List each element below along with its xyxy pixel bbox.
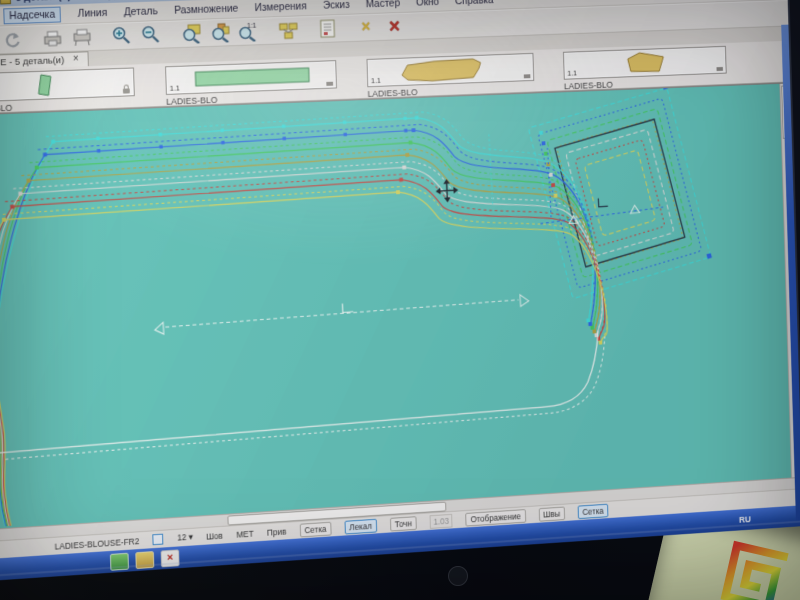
- lock-icon: [122, 88, 130, 94]
- taskbar-doc-x-icon[interactable]: ×: [160, 548, 180, 567]
- pattern-drawing: [0, 83, 800, 530]
- piece-scale: 1.1: [567, 68, 578, 78]
- taskbar-app-icon-green[interactable]: [109, 552, 129, 571]
- card-corner-icon: [326, 81, 334, 86]
- tab-close-icon[interactable]: ×: [73, 54, 79, 65]
- menu-item-sketch[interactable]: Эскиз: [323, 0, 350, 11]
- seams-button[interactable]: Швы: [538, 506, 566, 522]
- delete-yellow-icon[interactable]: ×: [354, 16, 378, 39]
- size-selector[interactable]: 12 ▾: [177, 532, 193, 544]
- menu-item-window[interactable]: Окно: [416, 0, 439, 8]
- menu-item-help[interactable]: Справка: [455, 0, 494, 7]
- monitor-logo: [448, 566, 468, 586]
- zoom-out-icon[interactable]: [138, 23, 163, 47]
- zoom-pieces-icon[interactable]: [207, 21, 232, 44]
- language-indicator[interactable]: RU: [739, 514, 751, 524]
- piece-thumb-col: 1.1: [0, 67, 135, 103]
- piece-thumb-fr: 1.1: [366, 52, 535, 88]
- piece-scale: 1.1: [169, 83, 180, 93]
- menu-item-notch[interactable]: Надсечка: [3, 6, 62, 24]
- arrange-icon[interactable]: [276, 18, 301, 41]
- toggle-points[interactable]: Точн: [389, 515, 417, 532]
- card-corner-icon: [716, 66, 723, 72]
- undo-icon[interactable]: [0, 28, 24, 52]
- status-label-snap: Прив: [266, 526, 287, 538]
- toggle-grid[interactable]: Сетка: [299, 521, 332, 537]
- menu-item-piece[interactable]: Деталь: [124, 5, 158, 18]
- zoom-in-icon[interactable]: [109, 24, 134, 48]
- menu-item-grading[interactable]: Размножение: [174, 2, 238, 16]
- monitor-screen: 5 деталь(и) - Конструктор а Надсечка Лин…: [0, 0, 800, 583]
- toggle-pattern[interactable]: Лекал: [344, 518, 377, 535]
- delete-red-icon[interactable]: ×: [382, 15, 406, 38]
- menu-item-measure[interactable]: Измерения: [254, 0, 306, 13]
- chevron-down-icon: ▾: [188, 531, 193, 542]
- print-icon[interactable]: [39, 26, 64, 50]
- zoom-value: 1.03: [429, 513, 453, 529]
- taskbar-folder-icon[interactable]: [135, 550, 155, 569]
- piece-scale: 1.1: [370, 76, 381, 86]
- piece-thumb-cuff: 1.1: [165, 60, 337, 95]
- spec-sheet-icon[interactable]: [315, 17, 339, 40]
- pattern-canvas[interactable]: [0, 82, 800, 531]
- status-checkbox[interactable]: [152, 533, 164, 546]
- card-corner-icon: [523, 74, 531, 79]
- piece-thumb-sl: 1.1: [562, 45, 727, 80]
- plot-icon[interactable]: [69, 25, 94, 49]
- app-icon: [0, 0, 12, 5]
- status-label-met: МЕТ: [236, 528, 254, 540]
- zoom-1to1-icon[interactable]: 1:1: [236, 20, 261, 43]
- rainbow-spiral-logo: [720, 540, 789, 600]
- zoom-area-icon[interactable]: [178, 22, 203, 45]
- grid-button[interactable]: Сетка: [577, 503, 609, 519]
- status-label-seam: Шов: [206, 530, 223, 542]
- photo-of-monitor: 5 деталь(и) - Конструктор а Надсечка Лин…: [0, 0, 800, 600]
- document-tab-label: BLOUSE - 5 деталь(и): [0, 54, 65, 70]
- menu-item-line[interactable]: Линия: [78, 7, 108, 20]
- menu-item-master[interactable]: Мастер: [366, 0, 401, 10]
